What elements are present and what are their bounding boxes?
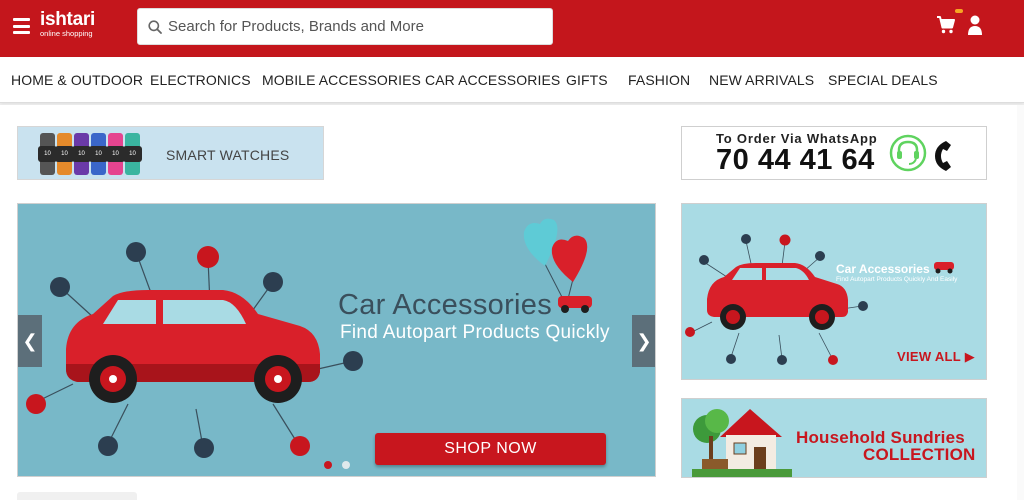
slider-dot[interactable] xyxy=(342,461,350,469)
nav-item-mobile-accessories[interactable]: MOBILE ACCESSORIES xyxy=(262,72,421,88)
logo-name: ishtari xyxy=(40,9,95,30)
category-nav: HOME & OUTDOOR ELECTRONICS MOBILE ACCESS… xyxy=(0,57,1024,103)
slider-dot-active[interactable] xyxy=(324,461,332,469)
search-bar xyxy=(137,8,553,45)
search-input[interactable] xyxy=(168,9,548,44)
watch-image: 10 xyxy=(123,133,142,175)
search-icon[interactable] xyxy=(148,20,162,34)
watch-image: 10 xyxy=(72,133,91,175)
top-bar: ishtari online shopping xyxy=(0,0,1024,57)
household-sundries-card[interactable]: Household Sundries COLLECTION xyxy=(681,398,987,478)
logo-tagline: online shopping xyxy=(40,29,93,38)
watch-image: 10 xyxy=(106,133,125,175)
slide-headline: Car Accessories xyxy=(338,289,553,321)
nav-item-special-deals[interactable]: SPECIAL DEALS xyxy=(828,72,938,88)
car-card-subtitle: Find Autopart Products Quickly And Easil… xyxy=(836,276,958,283)
scrollbar-track[interactable] xyxy=(1017,105,1024,500)
whatsapp-number: 70 44 41 64 xyxy=(716,144,875,176)
phone-icon xyxy=(935,141,951,171)
cart-icon[interactable] xyxy=(936,15,956,35)
nav-item-gifts[interactable]: GIFTS xyxy=(566,72,608,88)
nav-item-new-arrivals[interactable]: NEW ARRIVALS xyxy=(709,72,814,88)
car-card-title: Car Accessories xyxy=(836,262,930,276)
slider-next-arrow[interactable]: ❯ xyxy=(632,315,655,367)
watch-image: 10 xyxy=(89,133,108,175)
shop-now-button[interactable]: SHOP NOW xyxy=(375,433,606,465)
hero-slider[interactable]: Car Accessories Find Autopart Products Q… xyxy=(17,203,656,477)
watch-image: 10 xyxy=(38,133,57,175)
user-icon[interactable] xyxy=(967,14,983,36)
smart-watches-banner[interactable]: 10 10 10 10 10 10 SMART WATCHES xyxy=(17,126,324,180)
view-all-link[interactable]: VIEW ALL ▶ xyxy=(897,349,975,365)
nav-item-electronics[interactable]: ELECTRONICS xyxy=(150,72,251,88)
site-logo[interactable]: ishtari online shopping xyxy=(40,9,95,38)
smart-watches-label: SMART WATCHES xyxy=(166,147,290,163)
nav-item-car-accessories[interactable]: CAR ACCESSORIES xyxy=(425,72,560,88)
whatsapp-order-box[interactable]: To Order Via WhatsApp 70 44 41 64 xyxy=(681,126,987,180)
household-subtitle: COLLECTION xyxy=(863,445,976,464)
headset-icon xyxy=(889,134,927,172)
car-accessories-card[interactable]: Car Accessories Find Autopart Products Q… xyxy=(681,203,987,380)
watch-image: 10 xyxy=(55,133,74,175)
nav-item-fashion[interactable]: FASHION xyxy=(628,72,690,88)
nav-item-home-outdoor[interactable]: HOME & OUTDOOR xyxy=(11,72,143,88)
section-tab xyxy=(17,492,137,500)
slide-subheadline: Find Autopart Products Quickly xyxy=(340,322,610,343)
house-illustration xyxy=(692,409,792,477)
cart-badge xyxy=(955,9,963,13)
menu-icon[interactable] xyxy=(13,18,30,34)
slider-prev-arrow[interactable]: ❮ xyxy=(18,315,42,367)
